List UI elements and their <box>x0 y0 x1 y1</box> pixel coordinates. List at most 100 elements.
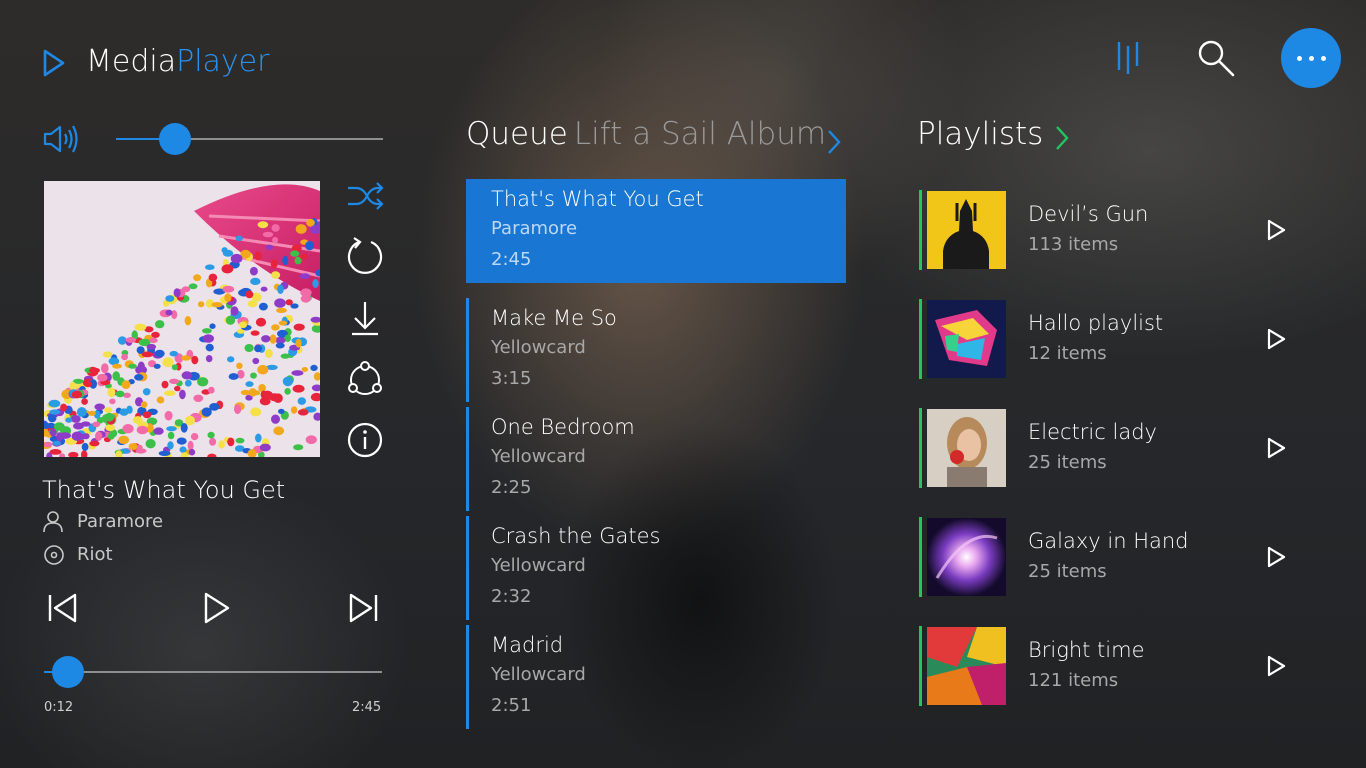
playlist-play-icon[interactable] <box>1265 545 1287 569</box>
candy-shape <box>118 435 130 445</box>
candy-shape <box>271 224 280 232</box>
candy-shape <box>65 417 73 423</box>
candy-shape <box>134 323 147 331</box>
candy-shape <box>145 439 156 449</box>
candy-shape <box>164 390 176 396</box>
candy-shape <box>208 386 215 394</box>
candy-shape <box>112 371 120 381</box>
candy-shape <box>305 241 315 251</box>
queue-item-duration: 2:45 <box>491 249 532 270</box>
candy-shape <box>140 401 148 408</box>
playlist-name: Devil’s Gun <box>1028 202 1149 226</box>
elapsed-time: 0:12 <box>44 700 74 715</box>
playlist-play-icon[interactable] <box>1265 218 1287 242</box>
candy-shape <box>261 335 271 343</box>
candy-shape <box>230 253 243 264</box>
candy-shape <box>272 236 279 244</box>
candy-shape <box>222 285 235 293</box>
candy-shape <box>121 353 128 361</box>
candy-shape <box>205 343 214 352</box>
info-icon[interactable] <box>345 420 385 460</box>
candy-shape <box>164 410 173 421</box>
queue-item[interactable]: Madrid Yellowcard 2:51 <box>466 625 846 729</box>
shuffle-icon[interactable] <box>345 176 385 216</box>
share-icon[interactable] <box>345 358 385 398</box>
search-icon[interactable] <box>1196 38 1236 78</box>
album-icon <box>44 545 64 565</box>
queue-heading[interactable]: Queue Lift a Sail Album <box>466 116 826 152</box>
candy-shape <box>102 351 113 358</box>
candy-shape <box>300 294 311 303</box>
candy-shape <box>161 380 169 389</box>
queue-item-bar <box>466 625 469 729</box>
candy-shape <box>151 331 160 338</box>
playlist-play-icon[interactable] <box>1265 327 1287 351</box>
seek-slider[interactable] <box>44 671 382 673</box>
candy-shape <box>197 301 205 308</box>
candy-shape <box>276 307 287 313</box>
now-playing-artist[interactable]: Paramore <box>77 511 163 532</box>
volume-slider-thumb[interactable] <box>158 123 191 155</box>
candy-shape <box>115 390 125 398</box>
playlist-play-icon[interactable] <box>1265 436 1287 460</box>
playlist-item[interactable]: Electric lady 25 items <box>919 408 1299 488</box>
candy-shape <box>184 379 192 387</box>
queue-item-title: That's What You Get <box>491 187 704 211</box>
playlist-count: 25 items <box>1028 561 1107 582</box>
candy-shape <box>260 390 267 399</box>
playlists-chevron-right-icon[interactable] <box>1054 124 1070 152</box>
play-icon[interactable] <box>198 590 234 626</box>
equalizer-icon[interactable] <box>1116 40 1140 76</box>
candy-shape <box>155 320 165 329</box>
more-button[interactable] <box>1281 28 1341 88</box>
candy-shape <box>290 406 298 414</box>
queue-item-active[interactable]: That's What You Get Paramore 2:45 <box>466 179 846 283</box>
playlist-item[interactable]: Hallo playlist 12 items <box>919 299 1299 379</box>
volume-icon[interactable] <box>42 122 82 156</box>
queue-item[interactable]: Make Me So Yellowcard 3:15 <box>466 298 846 402</box>
playlist-item[interactable]: Devil’s Gun 113 items <box>919 190 1299 270</box>
candy-shape <box>136 425 149 435</box>
candy-shape <box>122 424 134 434</box>
previous-icon[interactable] <box>45 590 81 626</box>
queue-item[interactable]: One Bedroom Yellowcard 2:25 <box>466 407 846 511</box>
candy-shape <box>176 437 187 445</box>
queue-item-bar <box>466 407 469 511</box>
playlist-name: Electric lady <box>1028 420 1157 444</box>
candy-shape <box>295 224 307 234</box>
candy-shape <box>282 255 289 266</box>
candy-shape <box>121 380 131 389</box>
repeat-icon[interactable] <box>345 236 385 276</box>
candy-shape <box>188 448 196 456</box>
candy-shape <box>205 355 213 363</box>
candy-shape <box>275 342 285 349</box>
queue-item[interactable]: Crash the Gates Yellowcard 2:32 <box>466 516 846 620</box>
candy-shape <box>107 387 116 398</box>
candy-shape <box>112 363 122 369</box>
candy-shape <box>230 306 239 316</box>
candy-shape <box>71 390 83 399</box>
playlist-play-icon[interactable] <box>1265 654 1287 678</box>
candy-shape <box>297 397 306 405</box>
playlists-heading[interactable]: Playlists <box>917 116 1043 152</box>
playlist-item[interactable]: Galaxy in Hand 25 items <box>919 517 1299 597</box>
seek-slider-thumb[interactable] <box>51 656 84 688</box>
candy-shape <box>280 353 290 359</box>
candy-shape <box>245 381 254 387</box>
queue-item-duration: 2:51 <box>491 695 532 716</box>
candy-shape <box>117 336 127 345</box>
playlist-item[interactable]: Bright time 121 items <box>919 626 1299 706</box>
candy-shape <box>104 407 113 413</box>
candy-shape <box>235 235 243 242</box>
album-art <box>44 181 320 457</box>
candy-shape <box>187 440 194 451</box>
next-icon[interactable] <box>345 590 381 626</box>
queue-chevron-right-icon[interactable] <box>826 128 842 156</box>
now-playing-album[interactable]: Riot <box>77 544 113 565</box>
candy-shape <box>236 362 243 369</box>
download-icon[interactable] <box>345 298 385 338</box>
queue-item-title: Crash the Gates <box>491 524 661 548</box>
candy-shape <box>222 249 234 257</box>
app-title: MediaPlayer <box>86 44 270 79</box>
now-playing-title: That's What You Get <box>42 476 286 504</box>
